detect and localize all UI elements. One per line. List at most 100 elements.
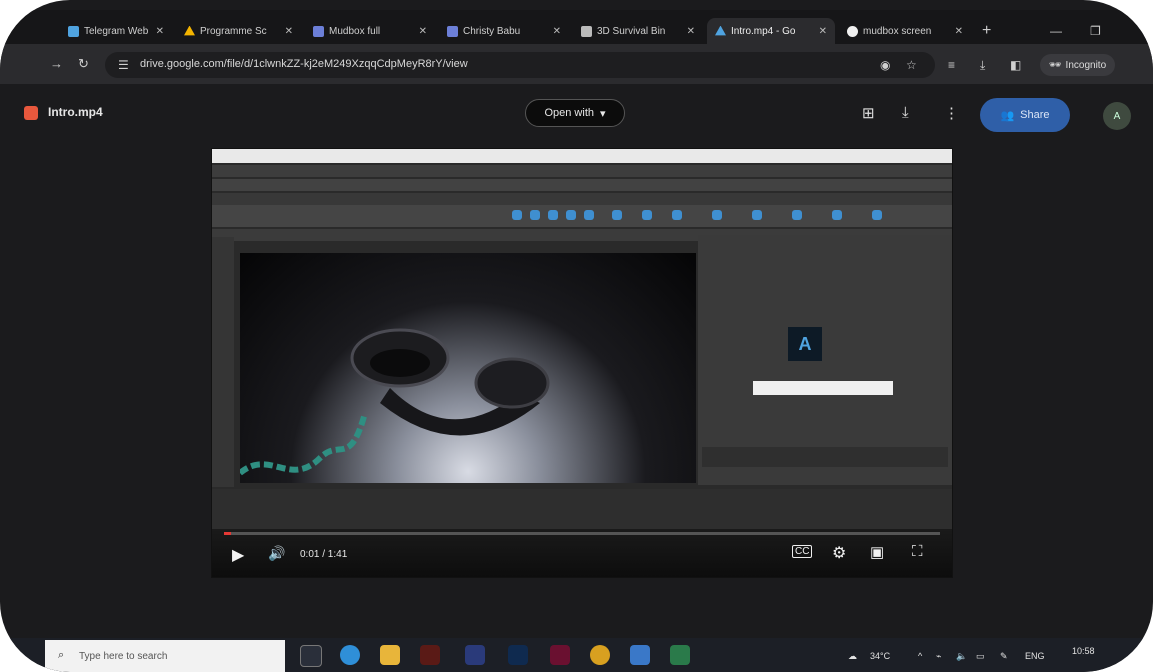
app-timeline [212,489,952,529]
render-viewport [240,253,696,483]
tab-christy[interactable]: Christy Babu ✕ [439,18,569,44]
side-panel-icon[interactable]: ◧ [1010,58,1021,72]
incognito-badge[interactable]: 🕶 Incognito [1040,54,1115,76]
bookmark-star-icon[interactable]: ☆ [906,58,917,72]
file-icon [581,25,592,37]
shelf-icon [584,210,594,220]
volume-icon[interactable]: 🔊 [268,545,285,562]
share-button[interactable]: 👥 Share [980,98,1070,132]
photoshop-icon[interactable] [508,645,528,665]
close-icon[interactable]: ✕ [285,26,293,37]
shelf-icon [530,210,540,220]
progress-bar[interactable] [224,532,940,535]
settings-gear-icon[interactable]: ⚙ [832,543,846,563]
file-explorer-icon[interactable] [380,645,400,665]
app-menubar [212,149,952,163]
search-icon: ⌕ [58,649,65,661]
task-view-icon[interactable] [300,645,322,667]
photos-icon[interactable] [630,645,650,665]
language-indicator[interactable]: ENG [1025,651,1045,661]
clock[interactable]: 10:58 [1072,646,1095,656]
tab-mudbox-full[interactable]: Mudbox full ✕ [305,18,435,44]
app-icon[interactable] [670,645,690,665]
time-display: 0:01 / 1:41 [300,549,348,560]
tab-label: Mudbox full [329,25,381,37]
shelf-icon [752,210,762,220]
illustrator-icon[interactable] [420,645,440,665]
telegram-icon [68,25,79,37]
file-name: Intro.mp4 [48,105,103,119]
battery-icon[interactable]: ▭ [976,651,985,662]
tab-telegram[interactable]: Telegram Web ✕ [60,18,172,44]
tray-chevron-icon[interactable]: ^ [918,651,922,661]
app-toolbar [212,179,952,191]
video-player[interactable]: A ▶ 🔊 0:01 / 1:41 CC ⚙ ▣ ⛶ [211,148,953,578]
forward-icon[interactable]: → [50,56,63,71]
drive-icon [715,25,726,36]
miniplayer-icon[interactable]: ▣ [870,543,884,561]
restore-icon[interactable]: ❐ [1090,24,1101,38]
close-icon[interactable]: ✕ [156,26,164,37]
tab-label: Intro.mp4 - Go [731,25,796,37]
app-logo-icon: A [788,327,822,361]
download-icon[interactable]: ⤓ [980,58,985,73]
open-with-button[interactable]: Open with ▾ [525,99,625,127]
site-info-icon[interactable]: ☰ [118,58,129,72]
tab-programme[interactable]: Programme Sc ✕ [176,18,301,44]
download-file-icon[interactable]: ⤓ [902,104,909,121]
more-options-icon[interactable]: ⋮ [944,104,959,122]
shelf-icon [566,210,576,220]
network-icon[interactable]: ⌁ [936,651,941,662]
screen-frame: Telegram Web ✕ Programme Sc ✕ Mudbox ful… [0,0,1153,672]
browser-tab-strip: Telegram Web ✕ Programme Sc ✕ Mudbox ful… [0,10,1153,44]
shelf-icon [548,210,558,220]
play-icon[interactable]: ▶ [232,545,244,565]
panel-footer [702,447,948,467]
pen-icon[interactable]: ✎ [1000,651,1008,662]
app-toolbox [212,237,234,487]
shelf-icon [512,210,522,220]
weather-icon[interactable]: ☁ [848,651,857,662]
volume-tray-icon[interactable]: 🔈 [956,651,967,662]
captions-icon[interactable]: CC [792,545,813,558]
tab-label: Christy Babu [463,25,521,37]
circle-icon [847,25,858,37]
reload-icon[interactable]: ↻ [78,56,89,72]
url-text[interactable]: drive.google.com/file/d/1clwnkZZ-kj2eM24… [140,58,468,70]
search-placeholder: Type here to search [79,650,168,662]
shelf-icon [672,210,682,220]
close-icon[interactable]: ✕ [553,26,561,37]
app-tabs [212,193,952,205]
chrome-icon[interactable] [590,645,610,665]
add-shortcut-icon[interactable]: ⊞ [862,104,875,122]
tab-label: mudbox screen [863,25,932,37]
reading-list-icon[interactable]: ≡ [948,58,955,72]
taskbar-search-box[interactable]: Type here to search [45,640,285,672]
tab-label: Programme Sc [200,25,267,37]
open-with-label: Open with [544,107,594,119]
minimize-icon[interactable]: — [1050,24,1062,38]
tab-3d-survival[interactable]: 3D Survival Bin ✕ [573,18,703,44]
adobe-app-icon[interactable] [465,645,485,665]
app-status-line [212,165,952,177]
tab-intro-mp4[interactable]: Intro.mp4 - Go ✕ [707,18,835,44]
fullscreen-icon[interactable]: ⛶ [912,543,923,560]
shelf-icon [642,210,652,220]
new-tab-icon[interactable]: + [982,22,991,40]
close-icon[interactable]: ✕ [819,26,827,37]
edge-icon[interactable] [340,645,360,665]
tracking-protection-icon[interactable]: ◉ [880,58,890,72]
avatar[interactable]: A [1103,102,1131,130]
close-icon[interactable]: ✕ [419,26,427,37]
shelf-icon [872,210,882,220]
close-icon[interactable]: ✕ [955,26,963,37]
weather-temp[interactable]: 34°C [870,651,890,661]
share-label: Share [1020,109,1050,121]
indesign-icon[interactable] [550,645,570,665]
shelf-icon [832,210,842,220]
shelf-icon [712,210,722,220]
chevron-down-icon: ▾ [600,107,606,120]
close-icon[interactable]: ✕ [687,26,695,37]
tab-mudbox-screen[interactable]: mudbox screen ✕ [839,18,971,44]
incognito-label: Incognito [1065,59,1107,71]
